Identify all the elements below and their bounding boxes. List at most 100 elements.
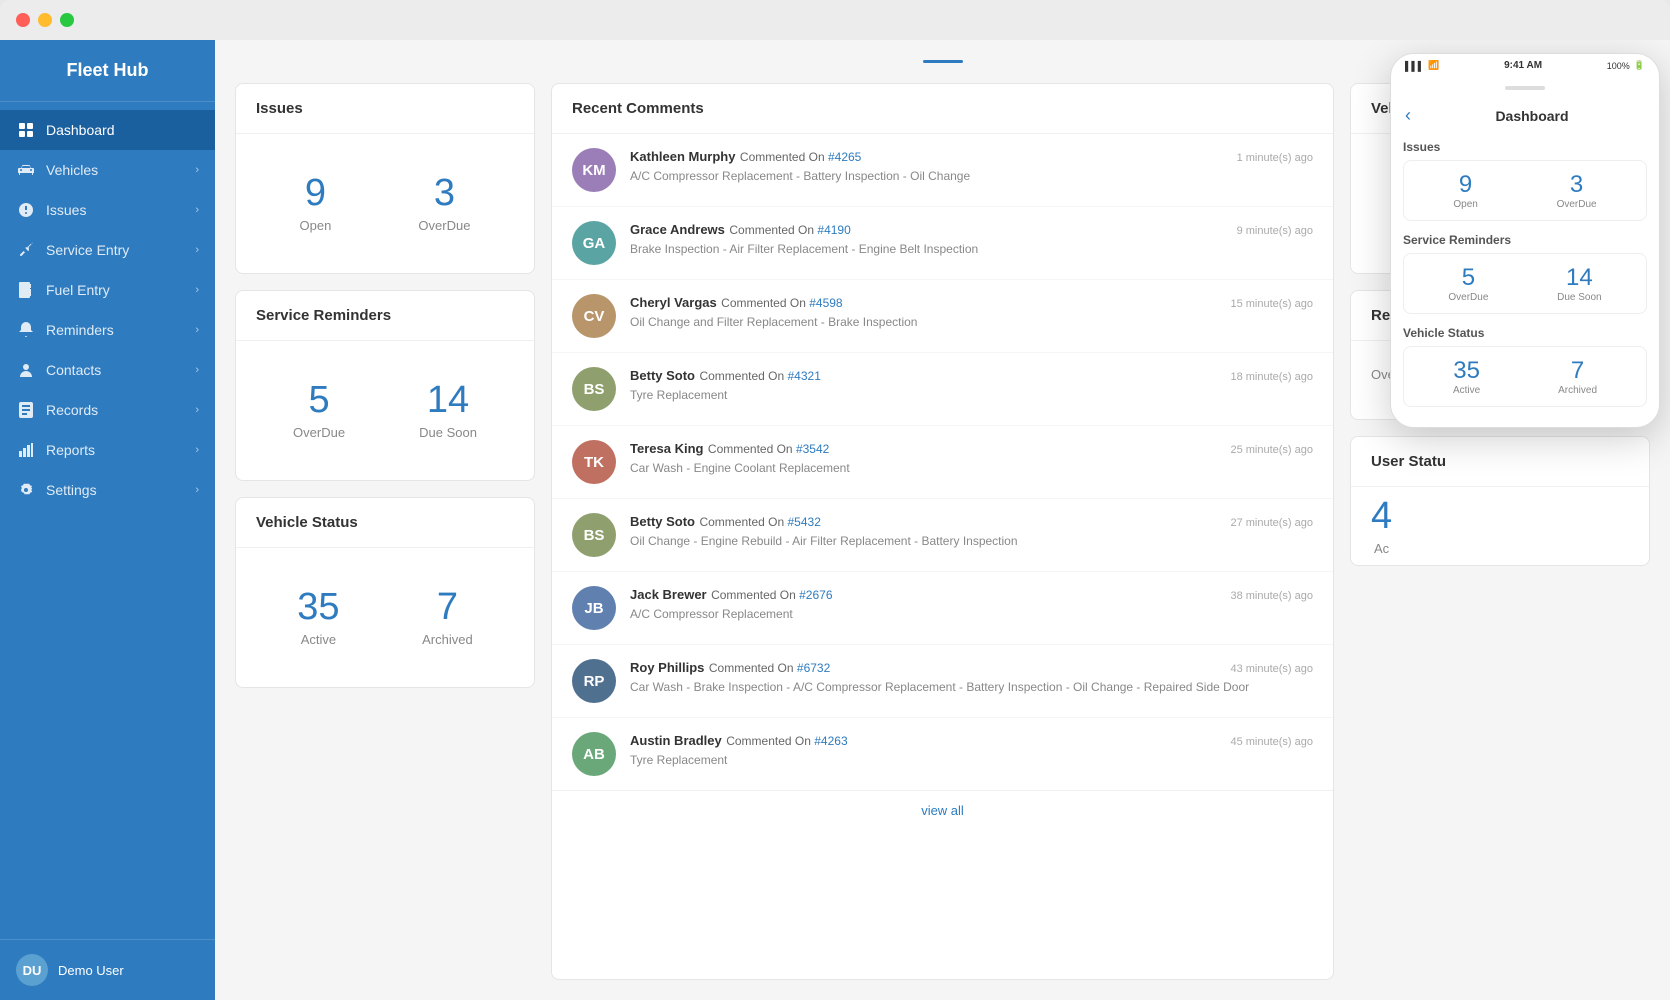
comment-avatar: KM [572, 148, 616, 192]
comment-body: Roy Phillips Commented On #6732 43 minut… [630, 659, 1313, 694]
traffic-lights [16, 13, 74, 27]
comment-item: JB Jack Brewer Commented On #2676 38 min… [552, 572, 1333, 645]
chevron-right-icon: › [195, 444, 199, 456]
close-button[interactable] [16, 13, 30, 27]
comment-tag[interactable]: #4190 [817, 223, 850, 237]
comment-text: Brake Inspection - Air Filter Replacemen… [630, 242, 1313, 256]
chevron-right-icon: › [195, 284, 199, 296]
comment-avatar: BS [572, 513, 616, 557]
user-status-panel: User Statu 4 Ac [1350, 436, 1650, 566]
comment-body: Grace Andrews Commented On #4190 9 minut… [630, 221, 1313, 256]
sidebar: Fleet Hub Dashboard Vehicles › Issues [0, 40, 215, 1000]
sidebar-item-service-entry[interactable]: Service Entry › [0, 230, 215, 270]
comment-header: Cheryl Vargas Commented On #4598 15 minu… [630, 294, 1313, 312]
vehicle-active-stat: 35 Active [297, 588, 339, 647]
comment-body: Cheryl Vargas Commented On #4598 15 minu… [630, 294, 1313, 329]
service-due-soon-count: 14 [419, 381, 477, 419]
sidebar-item-records-label: Records [46, 402, 98, 418]
chevron-right-icon: › [195, 484, 199, 496]
comment-body: Kathleen Murphy Commented On #4265 1 min… [630, 148, 1313, 183]
sidebar-item-reminders-label: Reminders [46, 322, 114, 338]
chevron-right-icon: › [195, 364, 199, 376]
reminders-icon [16, 322, 36, 338]
sidebar-item-settings-label: Settings [46, 482, 97, 498]
comment-item: KM Kathleen Murphy Commented On #4265 1 … [552, 134, 1333, 207]
comment-tag[interactable]: #6732 [797, 661, 830, 675]
phone-vstatus-title: Vehicle Status [1403, 326, 1647, 340]
chevron-right-icon: › [195, 324, 199, 336]
sidebar-item-contacts[interactable]: Contacts › [0, 350, 215, 390]
dashboard-icon [16, 122, 36, 138]
phone-issues-card: 9 Open 3 OverDue [1403, 160, 1647, 221]
commenter-name: Grace Andrews [630, 222, 725, 237]
minimize-button[interactable] [38, 13, 52, 27]
comment-tag[interactable]: #3542 [796, 442, 829, 456]
recent-comments-header: Recent Comments [552, 84, 1333, 134]
comment-item: RP Roy Phillips Commented On #6732 43 mi… [552, 645, 1333, 718]
comment-meta-line: Jack Brewer Commented On #2676 [630, 586, 833, 604]
view-all-button[interactable]: view all [552, 790, 1333, 830]
comment-time: 38 minute(s) ago [1230, 590, 1313, 602]
comment-action: Commented On #2676 [711, 588, 832, 602]
comment-tag[interactable]: #2676 [799, 588, 832, 602]
sidebar-item-settings[interactable]: Settings › [0, 470, 215, 510]
phone-service-overdue: 5 OverDue [1448, 264, 1488, 303]
comment-tag[interactable]: #4598 [809, 296, 842, 310]
comment-meta-line: Kathleen Murphy Commented On #4265 [630, 148, 861, 166]
comment-text: Tyre Replacement [630, 753, 1313, 767]
comment-time: 43 minute(s) ago [1230, 663, 1313, 675]
comment-action: Commented On #3542 [708, 442, 829, 456]
comment-body: Jack Brewer Commented On #2676 38 minute… [630, 586, 1313, 621]
phone-battery-pct: 100% [1607, 61, 1630, 71]
chevron-right-icon: › [195, 244, 199, 256]
comment-avatar: GA [572, 221, 616, 265]
maximize-button[interactable] [60, 13, 74, 27]
sidebar-item-fuel-entry[interactable]: Fuel Entry › [0, 270, 215, 310]
sidebar-item-vehicles-label: Vehicles [46, 162, 98, 178]
issues-open-stat: 9 Open [300, 174, 332, 233]
sidebar-item-dashboard[interactable]: Dashboard [0, 110, 215, 150]
issues-overdue-label: OverDue [418, 218, 470, 233]
sidebar-item-fuel-entry-label: Fuel Entry [46, 282, 110, 298]
sidebar-item-service-entry-label: Service Entry [46, 242, 129, 258]
fuel-entry-icon [16, 282, 36, 298]
sidebar-item-vehicles[interactable]: Vehicles › [0, 150, 215, 190]
sidebar-item-dashboard-label: Dashboard [46, 122, 115, 138]
comment-body: Betty Soto Commented On #5432 27 minute(… [630, 513, 1313, 548]
window-chrome [0, 0, 1670, 40]
commenter-name: Betty Soto [630, 368, 695, 383]
phone-vstatus-card: 35 Active 7 Archived [1403, 346, 1647, 407]
comment-avatar: TK [572, 440, 616, 484]
phone-back-button[interactable]: ‹ [1405, 105, 1411, 126]
phone-service-due-num: 14 [1557, 264, 1601, 292]
sidebar-item-reports[interactable]: Reports › [0, 430, 215, 470]
comment-action: Commented On #5432 [699, 515, 820, 529]
comment-header: Austin Bradley Commented On #4263 45 min… [630, 732, 1313, 750]
phone-content: Issues 9 Open 3 OverDue [1391, 132, 1659, 427]
sidebar-item-reports-label: Reports [46, 442, 95, 458]
comment-tag[interactable]: #4265 [828, 150, 861, 164]
sidebar-item-records[interactable]: Records › [0, 390, 215, 430]
comment-tag[interactable]: #5432 [788, 515, 821, 529]
service-entry-icon [16, 242, 36, 258]
commenter-name: Kathleen Murphy [630, 149, 735, 164]
comment-item: CV Cheryl Vargas Commented On #4598 15 m… [552, 280, 1333, 353]
vehicles-icon [16, 164, 36, 176]
comment-tag[interactable]: #4263 [814, 734, 847, 748]
phone-vstatus-active-label: Active [1453, 385, 1480, 396]
sidebar-item-issues[interactable]: Issues › [0, 190, 215, 230]
user-status-count: 4 [1371, 497, 1392, 535]
sidebar-item-reminders[interactable]: Reminders › [0, 310, 215, 350]
comment-action: Commented On #4598 [721, 296, 842, 310]
comment-avatar: RP [572, 659, 616, 703]
comment-tag[interactable]: #4321 [788, 369, 821, 383]
issues-panel: Issues 9 Open 3 OverDue [235, 83, 535, 274]
vehicle-status-stats: 35 Active 7 Archived [236, 548, 534, 687]
phone-issues-stats: 9 Open 3 OverDue [1414, 171, 1636, 210]
service-reminders-header: Service Reminders [236, 291, 534, 341]
comment-action: Commented On #4190 [729, 223, 850, 237]
vehicle-active-label: Active [297, 632, 339, 647]
sidebar-footer: DU Demo User [0, 939, 215, 1000]
comment-body: Teresa King Commented On #3542 25 minute… [630, 440, 1313, 475]
phone-service-due-label: Due Soon [1557, 292, 1601, 303]
